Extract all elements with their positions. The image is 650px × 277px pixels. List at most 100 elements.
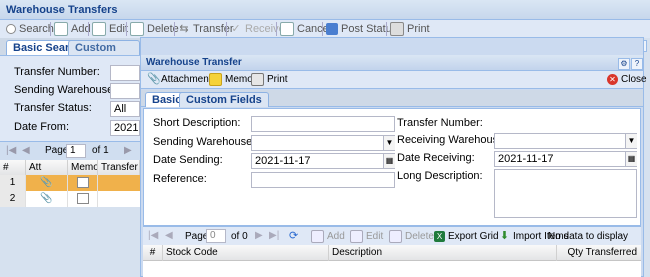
date-from-input[interactable]: 2021-1 <box>110 120 140 136</box>
sending-warehouse-select[interactable] <box>251 135 395 151</box>
transfer-icon: ⇆ <box>179 23 189 36</box>
edit-item-button[interactable]: Edit <box>350 228 383 245</box>
toolbar-separator <box>386 22 387 36</box>
column-header-number[interactable]: # <box>143 245 163 261</box>
toolbar-separator <box>322 22 323 36</box>
column-header-att[interactable]: Att <box>26 160 68 175</box>
transfer-number-input[interactable] <box>110 65 140 81</box>
cancel-button[interactable]: Cancel <box>280 20 331 38</box>
date-receiving-input[interactable]: 2021-11-17 <box>494 151 637 167</box>
items-grid-header: # Stock Code Description Qty Transferred <box>143 245 641 261</box>
toolbar-separator <box>88 22 89 36</box>
delete-icon <box>389 229 402 243</box>
items-grid-body <box>143 261 641 277</box>
paperclip-icon: 📎 <box>147 72 161 85</box>
toolbar-separator <box>276 22 277 36</box>
column-header-number[interactable]: # <box>0 160 26 175</box>
memo-icon[interactable] <box>68 191 98 207</box>
attachment-icon[interactable]: 📎 <box>26 191 68 207</box>
add-button[interactable]: Add <box>54 20 91 38</box>
tab-custom-search[interactable]: Custom Search <box>68 40 140 69</box>
next-page-icon[interactable]: ▶ <box>124 145 132 156</box>
short-description-input[interactable] <box>251 116 395 132</box>
memo-icon <box>209 72 222 86</box>
refresh-icon[interactable]: ⟳ <box>289 229 298 242</box>
page-count: of 0 <box>231 231 248 242</box>
date-sending-label: Date Sending: <box>153 154 223 166</box>
attachment-icon[interactable]: 📎 <box>26 175 68 191</box>
toolbar-separator <box>50 22 51 36</box>
main-toolbar: Search Add Edit Delete ⇆ Transfer ✓ Receiv… <box>0 20 650 38</box>
page-label: Page <box>185 231 209 242</box>
close-button[interactable]: ✕ Close <box>607 71 647 88</box>
attachments-button[interactable]: 📎Attachments <box>147 71 217 88</box>
excel-icon: X <box>434 230 445 242</box>
reference-label: Reference: <box>153 173 207 185</box>
column-header-qty-transferred[interactable]: Qty Transferred <box>557 245 641 261</box>
edit-icon <box>92 22 106 37</box>
chevron-down-icon[interactable]: ▼ <box>625 134 637 148</box>
add-item-button[interactable]: Add <box>311 228 345 245</box>
memo-button[interactable]: Memo <box>209 71 253 88</box>
last-page-icon[interactable]: ▶| <box>269 230 279 241</box>
delete-button[interactable]: Delete <box>130 20 179 38</box>
delete-icon <box>130 22 144 37</box>
first-page-icon[interactable]: |◀ <box>148 230 158 241</box>
prev-page-icon[interactable]: ◀ <box>22 145 30 156</box>
settings-icon[interactable]: ⚙ <box>618 58 630 70</box>
delete-item-button[interactable]: Delete <box>389 228 434 245</box>
add-icon <box>311 229 324 243</box>
transfers-grid-header: # Att Memo Transfer Nu <box>0 160 140 176</box>
row-number: 1 <box>0 175 26 191</box>
short-description-label: Short Description: <box>153 117 241 129</box>
sending-warehouse-label: Sending Warehouse: <box>14 84 117 96</box>
print-icon <box>390 22 404 37</box>
window-title: Warehouse Transfers <box>0 0 650 20</box>
page-number-input[interactable]: 1 <box>66 144 86 158</box>
memo-icon[interactable] <box>68 175 98 191</box>
sending-warehouse-select[interactable] <box>110 83 140 99</box>
long-description-label: Long Description: <box>397 170 483 182</box>
help-icon[interactable]: ? <box>631 58 643 70</box>
edit-button[interactable]: Edit <box>92 20 128 38</box>
post-status-icon <box>326 23 338 36</box>
toolbar-separator <box>174 22 175 36</box>
column-header-transfer-number[interactable]: Transfer Nu <box>98 160 140 175</box>
print-icon <box>251 72 264 86</box>
transfer-status-select[interactable]: All <box>110 101 140 117</box>
close-icon: ✕ <box>607 73 618 85</box>
dialog-toolbar: 📎Attachments Memo Print ✕ Close <box>141 71 647 89</box>
receiving-warehouse-select[interactable] <box>494 133 637 149</box>
first-page-icon[interactable]: |◀ <box>6 145 16 156</box>
column-header-memo[interactable]: Memo <box>68 160 98 175</box>
chevron-down-icon[interactable]: ▼ <box>383 136 395 150</box>
grid-status-text: No data to display <box>548 231 629 242</box>
reference-input[interactable] <box>251 172 395 188</box>
cancel-icon <box>280 22 294 37</box>
search-tabs: Basic Search Custom Search <box>0 38 140 69</box>
transfer-form: Short Description: Sending Warehouse: ▼ … <box>143 108 641 226</box>
search-form: Transfer Number: Sending Warehouse: Tran… <box>0 56 140 141</box>
prev-page-icon[interactable]: ◀ <box>165 230 173 241</box>
page-number-input[interactable]: 0 <box>206 229 226 243</box>
tab-custom-fields[interactable]: Custom Fields <box>179 92 269 107</box>
calendar-icon[interactable]: ▦ <box>625 152 637 166</box>
dialog-title: Warehouse Transfer <box>141 55 643 71</box>
column-header-description[interactable]: Description <box>329 245 557 261</box>
print-button[interactable]: Print <box>390 20 430 38</box>
page-count: of 1 <box>92 145 109 156</box>
table-row[interactable]: 1 📎 <box>0 175 140 191</box>
column-header-stock-code[interactable]: Stock Code <box>163 245 329 261</box>
row-number: 2 <box>0 191 26 207</box>
receiving-warehouse-label: Receiving Warehouse: <box>397 134 508 146</box>
table-row[interactable]: 2 📎 <box>0 191 140 207</box>
long-description-textarea[interactable] <box>494 169 637 218</box>
next-page-icon[interactable]: ▶ <box>255 230 263 241</box>
date-sending-input[interactable]: 2021-11-17 <box>251 153 395 169</box>
calendar-icon[interactable]: ▦ <box>383 154 395 168</box>
grid-pager: |◀ ◀ Page 1 of 1 ▶ <box>0 141 140 160</box>
print-button[interactable]: Print <box>251 71 288 88</box>
export-grid-button[interactable]: X Export Grid <box>434 228 499 245</box>
date-receiving-label: Date Receiving: <box>397 152 475 164</box>
search-button[interactable]: Search <box>6 20 54 38</box>
